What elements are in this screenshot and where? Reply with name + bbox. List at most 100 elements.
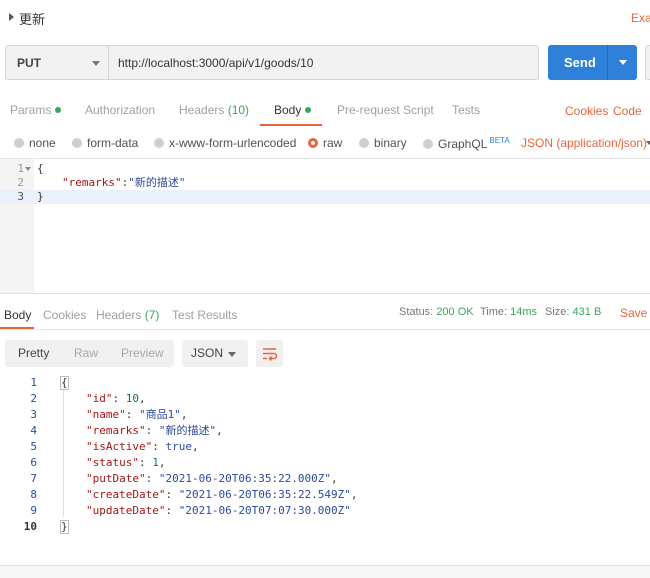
tab-authorization[interactable]: Authorization [85,103,155,117]
save-button[interactable] [645,45,650,80]
radio-circle-icon [423,139,433,149]
editor-line-current: 3 } [0,190,650,204]
response-line: 10 } [0,519,650,535]
time-readout: Time: 14ms [480,306,537,318]
response-tab-test-results[interactable]: Test Results [172,308,237,322]
line-number: 1 [30,376,37,389]
code-text: "createDate": "2021-06-20T06:35:22.549Z"… [86,488,358,501]
json-value: 1 [152,456,159,469]
response-divider[interactable] [0,293,650,294]
line-number: 1 [17,162,24,175]
radio-form-data[interactable]: form-data [72,136,138,150]
send-button[interactable]: Send [548,45,637,80]
response-line: 6 "status": 1, [0,455,650,471]
request-title[interactable]: 更新 [19,9,45,28]
line-number: 2 [17,176,24,189]
content-type-select[interactable]: JSON (application/json) [521,136,647,150]
response-line: 2 "id": 10, [0,391,650,407]
send-label: Send [564,55,596,70]
send-options-chevron-icon[interactable] [619,60,627,65]
request-body-editor[interactable]: 1 { 2 "remarks":"新的描述" 3 } [0,158,650,294]
line-number: 4 [30,424,37,437]
examples-link[interactable]: Exa [631,11,650,25]
radio-graphql[interactable]: GraphQL BETA [423,136,510,151]
size-value[interactable]: 431 B [573,306,602,318]
json-value: true [165,440,192,453]
radio-binary[interactable]: binary [359,136,407,150]
json-comma: , [139,392,146,405]
view-pretty[interactable]: Pretty [18,346,49,360]
code-text: "remarks": "新的描述", [86,424,223,437]
line-number: 2 [30,392,37,405]
tab-params[interactable]: Params [10,103,62,117]
json-comma: , [216,424,223,437]
tab-prerequest-script[interactable]: Pre-request Script [337,103,434,117]
response-line: 5 "isActive": true, [0,439,650,455]
response-line: 7 "putDate": "2021-06-20T06:35:22.000Z", [0,471,650,487]
radio-form-data-label: form-data [87,136,139,150]
beta-badge: BETA [489,136,510,145]
json-value: "2021-06-20T07:07:30.000Z" [178,504,351,517]
chevron-down-icon[interactable] [646,141,650,145]
radio-urlencoded[interactable]: x-www-form-urlencoded [154,136,296,150]
json-key: "name" [86,408,126,421]
url-input[interactable]: http://localhost:3000/api/v1/goods/10 [118,56,313,70]
radio-circle-icon [359,138,369,148]
method-label: PUT [17,56,41,70]
method-select[interactable]: PUT [6,46,109,79]
json-key: "status" [86,456,139,469]
tab-tests[interactable]: Tests [452,103,480,117]
time-value[interactable]: 14ms [510,306,537,318]
json-value: "新的描述" [158,424,217,437]
radio-none-label: none [29,136,56,150]
radio-none[interactable]: none [14,136,56,150]
response-tab-cookies[interactable]: Cookies [43,308,86,322]
code-text: "name": "商品1", [86,408,188,421]
json-comma: , [158,456,166,469]
status-label: Status: [399,306,434,318]
chevron-down-icon [228,352,236,357]
tab-headers-label: Headers [179,103,225,117]
response-view-controls: Pretty Raw Preview JSON [0,331,650,373]
format-label: JSON [191,346,224,360]
json-comma: , [180,408,188,421]
response-tab-headers[interactable]: Headers (7) [96,308,159,322]
response-line: 1 { [0,375,650,391]
wrap-lines-icon [263,348,278,362]
json-value: "2021-06-20T06:35:22.000Z" [158,472,332,485]
cookies-link[interactable]: Cookies [565,104,608,118]
send-divider [607,45,608,80]
wrap-lines-button[interactable] [256,340,283,367]
radio-circle-icon [154,138,164,148]
tab-headers[interactable]: Headers (10) [179,103,249,117]
response-line: 4 "remarks": "新的描述", [0,423,650,439]
json-value: "新的描述" [128,176,186,189]
time-label: Time: [480,306,508,318]
response-body-viewer[interactable]: 1 { 2 "id": 10, 3 "name": "商品1", 4 "rema… [0,373,650,548]
tab-body-label: Body [274,103,302,117]
code-text: { [37,162,44,175]
tab-body[interactable]: Body [274,103,312,117]
radio-raw-label: raw [323,136,343,150]
fold-arrow-icon[interactable] [25,167,31,171]
save-response-button[interactable]: Save R [620,306,650,320]
json-value: "商品1" [139,408,181,421]
view-preview[interactable]: Preview [121,346,164,360]
line-number: 8 [30,488,37,501]
line-number: 10 [23,520,37,533]
view-raw[interactable]: Raw [74,346,98,360]
line-number: 3 [17,190,24,203]
radio-binary-label: binary [374,136,407,150]
status-value[interactable]: 200 OK [436,306,473,318]
params-indicator-dot [55,107,62,113]
collapse-caret-icon[interactable] [9,13,14,21]
radio-raw[interactable]: raw [308,136,342,150]
response-line: 9 "updateDate": "2021-06-20T07:07:30.000… [0,503,650,519]
json-comma: , [331,472,338,485]
code-link[interactable]: Code [613,104,642,118]
tab-params-label: Params [10,103,52,117]
request-tabs: Params Authorization Headers (10) Body P… [0,96,650,126]
url-bar: PUT http://localhost:3000/api/v1/goods/1… [5,45,539,80]
response-tab-body[interactable]: Body [4,308,31,322]
format-select[interactable]: JSON [182,340,248,367]
